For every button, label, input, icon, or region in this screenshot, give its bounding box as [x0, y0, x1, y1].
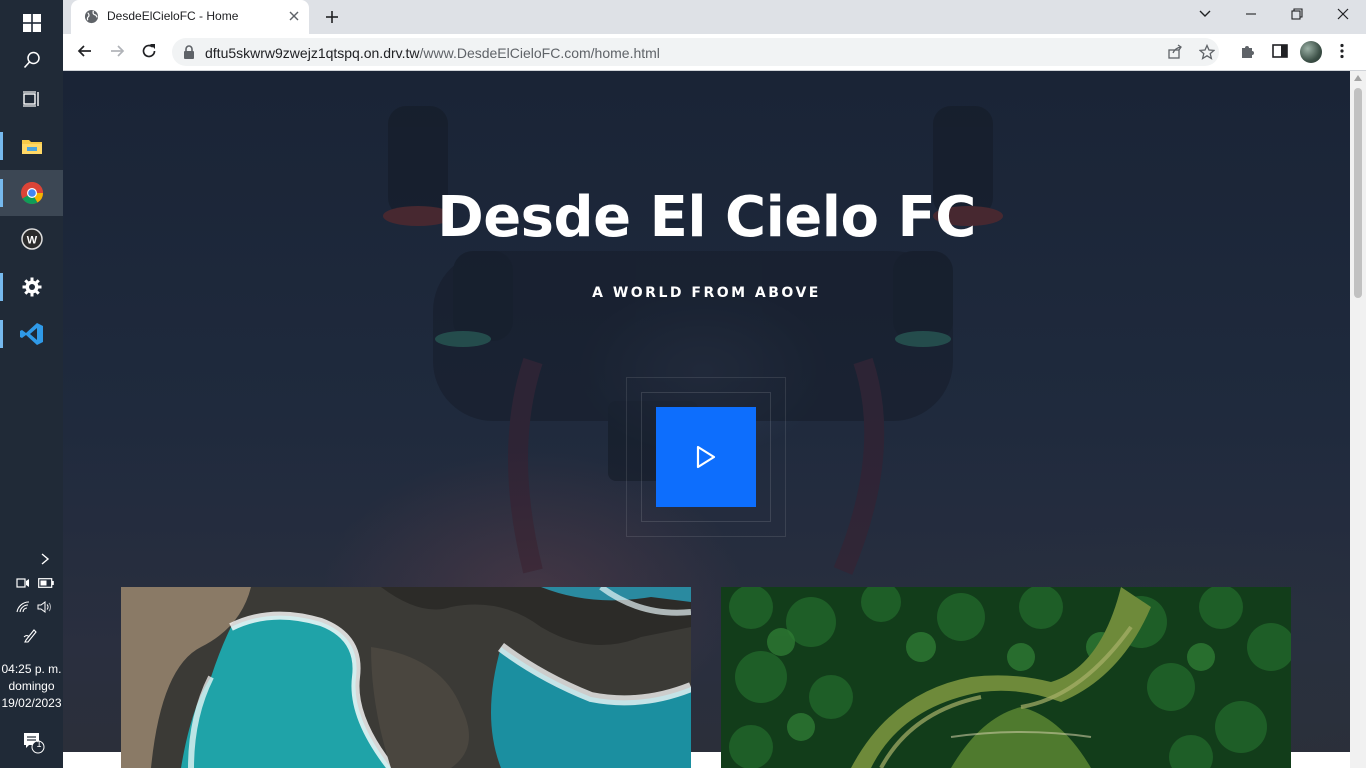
- reload-icon[interactable]: [140, 42, 158, 60]
- hero-subtitle: A WORLD FROM ABOVE: [592, 285, 821, 301]
- folder-icon: [21, 140, 42, 154]
- forest-aerial-image: [721, 587, 1291, 768]
- chevron-right-icon: [41, 553, 50, 565]
- clock-day[interactable]: domingo: [0, 678, 63, 695]
- address-bar[interactable]: dftu5skwrw9zwejz1qtspq.on.drv.tw/www.Des…: [172, 38, 1219, 66]
- tab-strip: DesdeElCieloFC - Home: [63, 0, 1366, 34]
- taskbar-wamp[interactable]: W: [0, 216, 63, 262]
- play-video-button[interactable]: [656, 407, 756, 507]
- close-window-icon[interactable]: [1335, 6, 1351, 22]
- hero-title: Desde El Cielo FC: [437, 185, 976, 250]
- notification-count: 1: [36, 739, 42, 749]
- tray-meet-now[interactable]: [15, 576, 31, 590]
- show-hidden-icons-button[interactable]: [38, 552, 52, 566]
- speaker-icon: [37, 601, 51, 613]
- gear-icon: [22, 277, 41, 297]
- vscode-icon: [19, 323, 43, 345]
- chrome-icon: [20, 182, 43, 204]
- task-view-button[interactable]: [0, 76, 63, 122]
- url-path: /www.DesdeElCieloFC.com/home.html: [419, 45, 660, 61]
- page-scrollbar[interactable]: [1350, 71, 1366, 768]
- tab-active[interactable]: DesdeElCieloFC - Home: [71, 0, 309, 34]
- extensions-icon[interactable]: [1239, 42, 1257, 60]
- taskbar-chrome[interactable]: [0, 170, 63, 216]
- restore-icon[interactable]: [1289, 6, 1305, 22]
- forward-icon[interactable]: [108, 42, 126, 60]
- tray-pen[interactable]: [22, 627, 40, 643]
- minimize-icon[interactable]: [1243, 6, 1259, 22]
- tray-volume[interactable]: [36, 600, 56, 614]
- clock-time[interactable]: 04:25 p. m.: [0, 661, 63, 678]
- pen-icon: [23, 629, 37, 643]
- url-text[interactable]: dftu5skwrw9zwejz1qtspq.on.drv.tw/www.Des…: [205, 45, 660, 61]
- browser-toolbar: dftu5skwrw9zwejz1qtspq.on.drv.tw/www.Des…: [63, 34, 1366, 71]
- camera-icon: [16, 578, 29, 588]
- close-icon[interactable]: [287, 9, 301, 23]
- play-icon: [696, 445, 716, 469]
- windows-icon: [22, 14, 41, 32]
- page-viewport: Desde El Cielo FC A WORLD FROM ABOVE: [63, 71, 1350, 768]
- profile-avatar[interactable]: [1300, 41, 1322, 63]
- browser-window: DesdeElCieloFC - Home dftu5skwrw9zwejz1q…: [63, 0, 1366, 768]
- scroll-up-arrow-icon[interactable]: [1354, 75, 1362, 81]
- tab-title: DesdeElCieloFC - Home: [107, 9, 239, 23]
- taskbar: W 04:25 p. m. domingo 19/02/2023 1: [0, 0, 63, 768]
- action-center-button[interactable]: 1: [20, 729, 46, 755]
- taskbar-file-explorer[interactable]: [0, 123, 63, 169]
- wifi-icon: [16, 601, 30, 613]
- gallery-image-coast[interactable]: [121, 587, 691, 768]
- lock-icon[interactable]: [183, 45, 195, 59]
- task-view-icon: [22, 91, 39, 107]
- gallery-image-forest[interactable]: [721, 587, 1291, 768]
- menu-kebab-icon[interactable]: [1333, 42, 1351, 60]
- wamp-icon: W: [20, 228, 43, 250]
- coast-aerial-image: [121, 587, 691, 768]
- battery-icon: [38, 578, 54, 588]
- taskbar-settings[interactable]: [0, 264, 63, 310]
- side-panel-icon[interactable]: [1271, 42, 1289, 60]
- svg-text:W: W: [26, 235, 37, 247]
- tray-battery[interactable]: [37, 576, 55, 590]
- url-host: dftu5skwrw9zwejz1qtspq.on.drv.tw: [205, 45, 420, 61]
- tray-network[interactable]: [15, 600, 31, 614]
- taskbar-vscode[interactable]: [0, 311, 63, 357]
- scrollbar-thumb[interactable]: [1354, 88, 1362, 298]
- back-icon[interactable]: [76, 42, 94, 60]
- globe-icon: [84, 9, 99, 24]
- new-tab-icon[interactable]: [323, 8, 341, 26]
- bookmark-star-icon[interactable]: [1199, 44, 1215, 60]
- clock-date[interactable]: 19/02/2023: [0, 695, 63, 712]
- tab-search-chevron-icon[interactable]: [1197, 6, 1213, 22]
- share-icon[interactable]: [1167, 44, 1183, 60]
- search-icon: [23, 51, 40, 69]
